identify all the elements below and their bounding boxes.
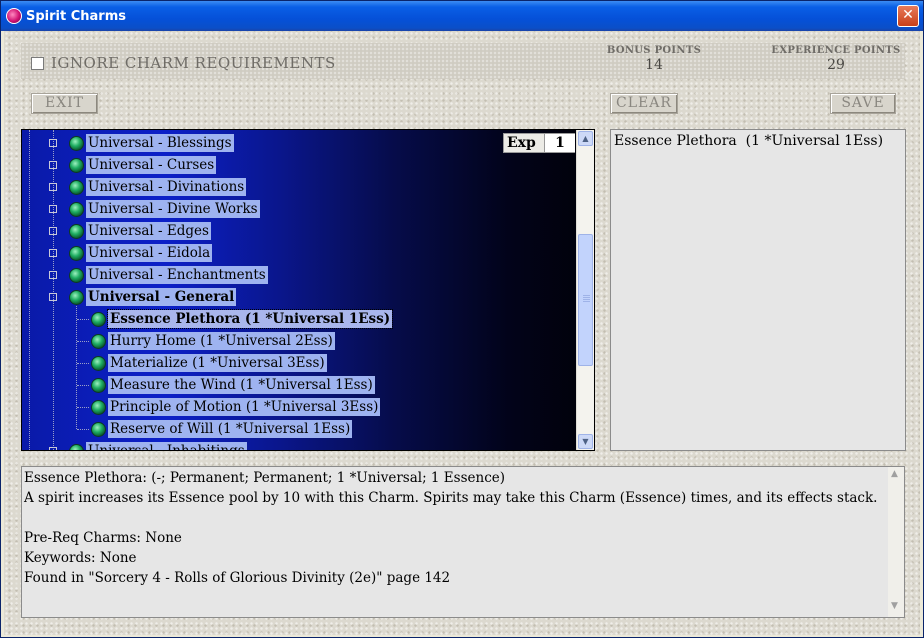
tree-group-row[interactable]: Universal - Blessings (22, 133, 578, 153)
scroll-up-arrow-icon[interactable]: ▲ (578, 131, 593, 146)
scroll-up-arrow-icon[interactable]: ▲ (891, 469, 898, 479)
tree-group-label[interactable]: Universal - Edges (86, 222, 211, 240)
tree-child-label[interactable]: Essence Plethora (1 *Universal 1Ess) (106, 309, 394, 329)
tree-child-label[interactable]: Reserve of Will (1 *Universal 1Ess) (108, 420, 353, 438)
experience-points-label: EXPERIENCE POINTS (771, 45, 901, 56)
tree-child-row[interactable]: Reserve of Will (1 *Universal 1Ess) (22, 419, 578, 439)
tree-group-row[interactable]: Universal - Curses (22, 155, 578, 175)
charm-tree[interactable]: Universal - Blessings Universal - Curses… (21, 129, 595, 451)
tree-group-row[interactable]: Universal - Edges (22, 221, 578, 241)
charm-gem-icon (91, 312, 106, 327)
exit-button[interactable]: Exit (31, 93, 98, 114)
tree-connector (77, 385, 89, 386)
description-line: Found in "Sorcery 4 - Rolls of Glorious … (24, 570, 451, 586)
scroll-thumb[interactable] (578, 234, 593, 366)
ignore-requirements-label[interactable]: Ignore Charm Requirements (51, 54, 336, 72)
tree-child-label[interactable]: Hurry Home (1 *Universal 2Ess) (108, 332, 335, 350)
charm-gem-icon (69, 246, 84, 261)
charm-gem-icon (69, 180, 84, 195)
grip-icon (583, 295, 590, 303)
client-area: Ignore Charm Requirements BONUS POINTS 1… (4, 31, 920, 635)
charm-gem-icon (69, 444, 84, 450)
charm-gem-icon (69, 202, 84, 217)
clear-button[interactable]: Clear (610, 93, 678, 114)
expand-toggle[interactable] (49, 227, 57, 235)
tree-group-row-partial[interactable]: Universal - Inhabitings (22, 441, 578, 450)
tree-group-label[interactable]: Universal - Divinations (86, 178, 247, 196)
charm-gem-icon (91, 422, 106, 437)
bonus-points-value: 14 (645, 57, 663, 73)
exp-value: 1 (544, 134, 575, 152)
selected-charms-panel[interactable]: Essence Plethora (1 *Universal 1Ess) (610, 129, 906, 451)
description-line: A spirit increases its Essence pool by 1… (24, 490, 878, 506)
tree-connector (77, 341, 89, 342)
header-band: Ignore Charm Requirements BONUS POINTS 1… (21, 43, 905, 79)
charm-gem-icon (91, 356, 106, 371)
collapse-toggle[interactable] (49, 293, 57, 301)
charm-description-panel[interactable]: Essence Plethora: (-; Permanent; Permane… (21, 466, 905, 618)
tree-child-row-selected[interactable]: Essence Plethora (1 *Universal 1Ess) (22, 309, 578, 329)
charm-gem-icon (91, 334, 106, 349)
tree-group-label[interactable]: Universal - Blessings (86, 134, 234, 152)
charm-gem-icon (69, 136, 84, 151)
app-icon (6, 8, 22, 24)
description-scrollbar[interactable]: ▲ ▼ (888, 467, 904, 617)
tree-group-label[interactable]: Universal - Enchantments (86, 266, 268, 284)
charm-gem-icon (69, 158, 84, 173)
expand-toggle[interactable] (49, 271, 57, 279)
expand-toggle[interactable] (49, 205, 57, 213)
expand-toggle[interactable] (49, 447, 57, 450)
tree-group-label[interactable]: Universal - General (86, 288, 237, 306)
expand-toggle[interactable] (49, 139, 57, 147)
tree-child-row[interactable]: Principle of Motion (1 *Universal 3Ess) (22, 397, 578, 417)
tree-group-row[interactable]: Universal - Divine Works (22, 199, 578, 219)
experience-points-value: 29 (827, 57, 845, 73)
tree-child-row[interactable]: Measure the Wind (1 *Universal 1Ess) (22, 375, 578, 395)
window-title: Spirit Charms (26, 9, 126, 24)
charm-gem-icon (69, 290, 84, 305)
tree-connector (77, 319, 89, 320)
description-line: Pre-Req Charms: None (24, 530, 182, 546)
tree-child-row[interactable]: Hurry Home (1 *Universal 2Ess) (22, 331, 578, 351)
tree-connector (77, 407, 89, 408)
tree-group-row-expanded[interactable]: Universal - General (22, 287, 578, 307)
bonus-points: BONUS POINTS 14 (599, 45, 709, 73)
tree-group-label[interactable]: Universal - Curses (86, 156, 217, 174)
ignore-requirements-checkbox[interactable] (31, 57, 44, 70)
description-line: Essence Plethora: (-; Permanent; Permane… (24, 470, 506, 486)
tree-connector (77, 363, 89, 364)
tree-child-label[interactable]: Principle of Motion (1 *Universal 3Ess) (108, 398, 381, 416)
charm-gem-icon (91, 400, 106, 415)
close-icon[interactable]: ✕ (897, 5, 919, 27)
expand-toggle[interactable] (49, 249, 57, 257)
exp-cost-box: Exp 1 (503, 133, 575, 153)
description-line: Keywords: None (24, 550, 137, 566)
title-bar[interactable]: Spirit Charms ✕ (1, 1, 923, 31)
experience-points: EXPERIENCE POINTS 29 (771, 45, 901, 73)
tree-group-row[interactable]: Universal - Eidola (22, 243, 578, 263)
tree-scrollbar[interactable]: ▲ ▼ (576, 130, 594, 450)
scroll-down-arrow-icon[interactable]: ▼ (578, 434, 593, 449)
bonus-points-label: BONUS POINTS (606, 45, 702, 56)
expand-toggle[interactable] (49, 183, 57, 191)
tree-child-label[interactable]: Materialize (1 *Universal 3Ess) (108, 354, 327, 372)
tree-child-row[interactable]: Materialize (1 *Universal 3Ess) (22, 353, 578, 373)
expand-toggle[interactable] (49, 161, 57, 169)
save-button[interactable]: Save (830, 93, 896, 114)
tree-group-label[interactable]: Universal - Divine Works (86, 200, 260, 218)
exp-label: Exp (507, 135, 536, 151)
charm-gem-icon (69, 268, 84, 283)
tree-connector (77, 429, 89, 430)
tree-group-row[interactable]: Universal - Divinations (22, 177, 578, 197)
tree-group-row[interactable]: Universal - Enchantments (22, 265, 578, 285)
selected-charm-item[interactable]: Essence Plethora (1 *Universal 1Ess) (614, 133, 883, 149)
tree-child-label[interactable]: Measure the Wind (1 *Universal 1Ess) (108, 376, 375, 394)
scroll-down-arrow-icon[interactable]: ▼ (891, 601, 898, 611)
charm-gem-icon (91, 378, 106, 393)
tree-group-label[interactable]: Universal - Eidola (86, 244, 213, 262)
tree-group-label[interactable]: Universal - Inhabitings (86, 442, 247, 450)
spirit-charms-window: Spirit Charms ✕ Ignore Charm Requirement… (0, 0, 924, 638)
charm-gem-icon (69, 224, 84, 239)
